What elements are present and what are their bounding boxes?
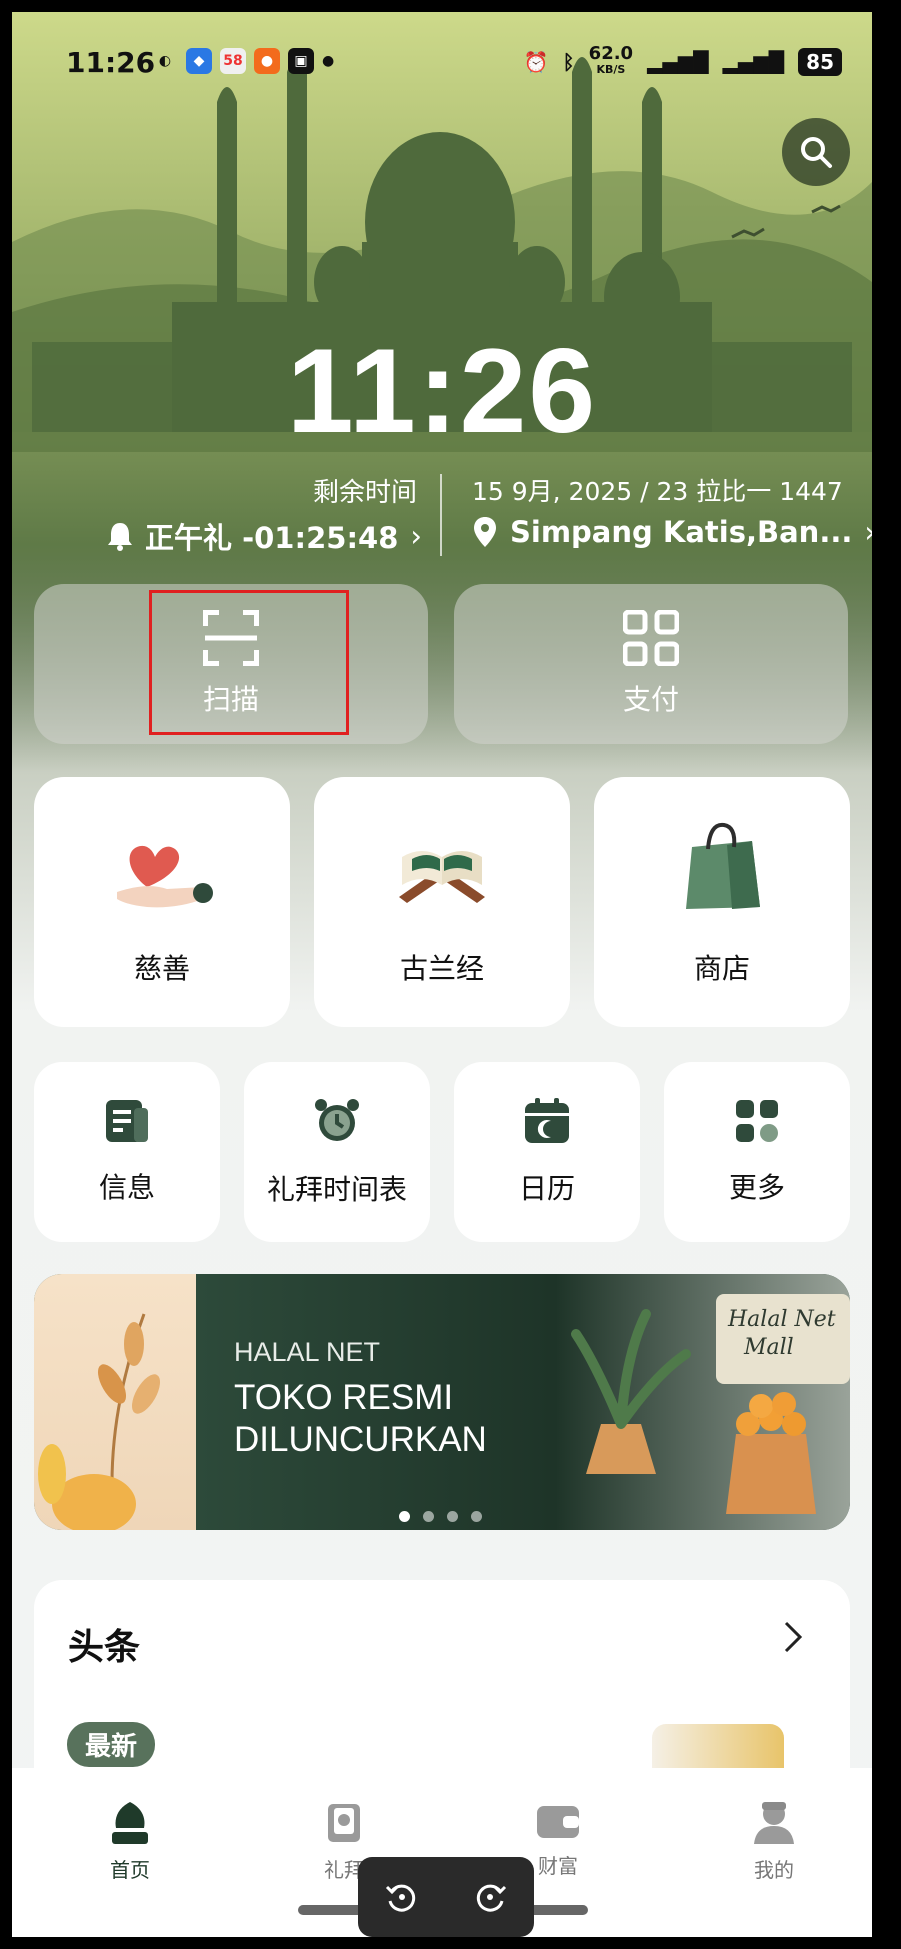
svg-text:Mall: Mall (743, 1335, 794, 1360)
qr-pay-icon (623, 610, 679, 666)
scan-icon (203, 610, 259, 666)
wallet-icon (537, 1806, 579, 1838)
mosque-home-icon (112, 1802, 148, 1844)
scan-button[interactable]: 扫描 (34, 584, 428, 744)
profile-icon (754, 1802, 794, 1844)
prayer-schedule-card[interactable]: 礼拜时间表 (244, 1062, 430, 1242)
rotate-right-icon[interactable] (472, 1879, 508, 1915)
app-screen: 11:26 ◐ ◆ 58 ● ▣ ● ⏰ ᛒ 62.0 KB/S ▂▄▆█ ▂▄… (12, 12, 872, 1937)
tab-home[interactable]: 首页 (70, 1800, 190, 1883)
network-speed: 62.0 KB/S (588, 43, 634, 77)
signal-5g-icon: ▂▄▆█ (647, 50, 709, 74)
banner-left-image (34, 1274, 196, 1530)
date-display: 15 9月, 2025 / 23 拉比一 1447 (472, 477, 843, 506)
latest-badge: 最新 (67, 1722, 156, 1767)
search-icon (801, 137, 832, 168)
status-app-icons: ◐ ◆ 58 ● ▣ ● (152, 48, 334, 74)
hero-divider (440, 474, 442, 556)
calendar-card[interactable]: 日历 (454, 1062, 640, 1242)
bluetooth-icon: ᛒ (562, 50, 575, 74)
autumn-decor-illustration (38, 1313, 160, 1530)
more-notifications-icon: ● (322, 53, 335, 69)
pay-button[interactable]: 支付 (454, 584, 848, 744)
charity-heart-icon (117, 845, 213, 908)
chevron-right-icon: › (864, 515, 872, 549)
banner-sign-text: Halal Net (727, 1307, 836, 1332)
next-prayer-countdown[interactable]: 正午礼 -01:25:48 › (107, 515, 422, 557)
banner-title: TOKO RESMI DILUNCURKAN (234, 1378, 487, 1459)
shop-card[interactable]: 商店 (594, 777, 850, 1027)
banner-pagination (399, 1511, 482, 1522)
prayer-book-icon (328, 1804, 360, 1842)
banner-subtitle: HALAL NET (234, 1337, 381, 1367)
app-58-icon: 58 (220, 48, 246, 74)
tab-profile[interactable]: 我的 (714, 1800, 834, 1883)
location-pin-icon (474, 517, 496, 547)
pagination-dot[interactable] (423, 1511, 434, 1522)
pagination-dot[interactable] (471, 1511, 482, 1522)
headlines-title: 头条 (68, 1627, 141, 1668)
pagination-dot[interactable] (399, 1511, 410, 1522)
bell-icon (108, 523, 132, 551)
pagination-dot[interactable] (447, 1511, 458, 1522)
more-grid-icon (736, 1100, 778, 1142)
chevron-right-icon (784, 1621, 803, 1653)
charity-card[interactable]: 慈善 (34, 777, 290, 1027)
status-right: ⏰ ᛒ 62.0 KB/S ▂▄▆█ ▂▄▆█ 85 (523, 43, 842, 78)
quran-icon (399, 851, 485, 903)
tv-app-icon: ▣ (288, 48, 314, 74)
quran-card[interactable]: 古兰经 (314, 777, 570, 1027)
search-button[interactable] (782, 118, 850, 186)
shopping-bag-icon (686, 822, 760, 909)
status-bar: 11:26 ◐ ◆ 58 ● ▣ ● ⏰ ᛒ 62.0 KB/S ▂▄▆█ ▂▄… (12, 12, 872, 112)
wechat-icon: ◐ (158, 53, 172, 69)
remaining-time-label: 剩余时间 (312, 478, 417, 508)
more-card[interactable]: 更多 (664, 1062, 850, 1242)
battery-indicator: 85 (798, 48, 842, 76)
chevron-right-icon: › (410, 519, 423, 553)
alarm-clock-icon (315, 1099, 359, 1141)
alarm-icon: ⏰ (523, 50, 549, 74)
calendar-icon (525, 1098, 569, 1143)
status-time: 11:26 (66, 46, 156, 79)
prayer-clock: 11:26 (286, 324, 598, 458)
signal-5g-icon-2: ▂▄▆█ (722, 50, 785, 74)
rotation-control-overlay (358, 1857, 534, 1937)
rotate-left-icon[interactable] (384, 1879, 420, 1915)
info-card[interactable]: 信息 (34, 1062, 220, 1242)
info-icon (106, 1100, 148, 1142)
location-selector[interactable]: Simpang Katis,Ban... › (472, 515, 872, 549)
headlines-more-button[interactable] (782, 1620, 804, 1658)
map-app-icon: ◆ (186, 48, 212, 74)
video-app-icon: ● (254, 48, 280, 74)
